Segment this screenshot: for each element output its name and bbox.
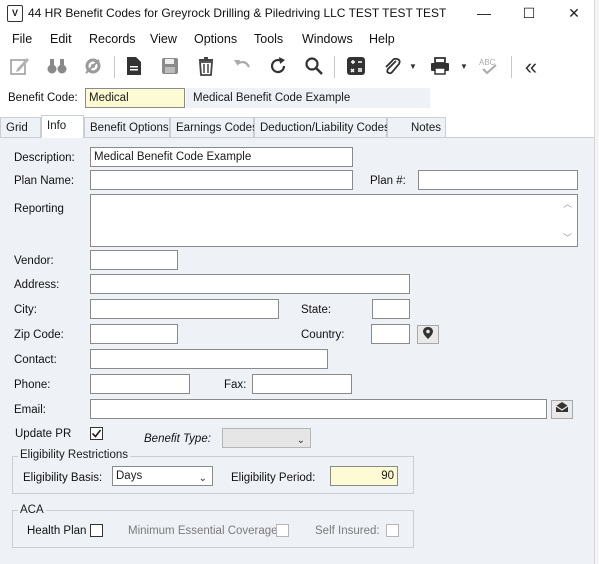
reporting-textarea[interactable] [90, 194, 578, 247]
email-label: Email: [14, 404, 46, 416]
vendor-input[interactable] [90, 250, 178, 270]
attachment-icon[interactable] [380, 55, 404, 79]
vertical-scrollbar[interactable] [594, 0, 599, 564]
address-input[interactable] [90, 274, 410, 294]
eligibility-basis-value: Days [116, 470, 143, 482]
fax-label: Fax: [224, 379, 247, 391]
toolbar-separator [334, 56, 335, 78]
spellcheck-icon[interactable]: ABC [477, 55, 501, 79]
new-document-icon[interactable] [122, 55, 146, 79]
eligibility-basis-select[interactable]: Days ⌄ [112, 466, 213, 486]
tab-earnings-codes[interactable]: Earnings Codes [170, 117, 258, 137]
minimize-button[interactable]: — [462, 2, 506, 24]
self-insured-label: Self Insured: [315, 525, 380, 537]
close-button[interactable]: ✕ [552, 2, 596, 24]
self-insured-checkbox[interactable] [386, 524, 399, 537]
map-pin-icon [423, 327, 433, 339]
update-pr-label: Update PR [15, 428, 72, 440]
menu-view[interactable]: View [150, 32, 177, 46]
update-pr-checkbox[interactable] [90, 427, 103, 440]
refresh-icon[interactable] [266, 55, 290, 79]
aca-title: ACA [18, 504, 46, 516]
eligibility-period-label: Eligibility Period: [231, 472, 316, 484]
benefit-code-input[interactable]: Medical [85, 88, 185, 108]
menu-edit[interactable]: Edit [50, 32, 72, 46]
eligibility-basis-label: Eligibility Basis: [23, 472, 103, 484]
description-label: Description: [14, 152, 75, 164]
collapse-icon[interactable]: « [519, 55, 543, 79]
country-input[interactable] [371, 324, 410, 344]
chevron-down-icon: ⌄ [198, 473, 207, 484]
city-input[interactable] [90, 299, 279, 319]
contact-input[interactable] [90, 349, 328, 369]
tab-grid[interactable]: Grid [0, 117, 41, 137]
contact-label: Contact: [14, 354, 57, 366]
description-input[interactable]: Medical Benefit Code Example [90, 147, 353, 167]
toolbar-separator [114, 56, 115, 78]
window-title: 44 HR Benefit Codes for Greyrock Drillin… [28, 6, 447, 20]
zip-code-label: Zip Code: [14, 329, 64, 341]
binoculars-icon[interactable] [45, 55, 69, 79]
print-icon[interactable] [428, 55, 452, 79]
vendor-label: Vendor: [14, 255, 54, 267]
plan-name-input[interactable] [90, 170, 353, 190]
address-label: Address: [14, 279, 60, 291]
menu-records[interactable]: Records [89, 32, 136, 46]
maximize-button[interactable]: ☐ [507, 2, 551, 24]
health-plan-checkbox[interactable] [90, 524, 103, 537]
plan-name-label: Plan Name: [14, 175, 75, 187]
zip-code-input[interactable] [90, 324, 178, 344]
eligibility-restrictions-title: Eligibility Restrictions [18, 449, 131, 461]
minimum-essential-coverage-checkbox[interactable] [276, 524, 289, 537]
reporting-label: Reporting [14, 203, 64, 215]
send-email-button[interactable] [551, 400, 573, 419]
print-dropdown-icon[interactable]: ▼ [460, 62, 468, 71]
phone-label: Phone: [14, 379, 51, 391]
minimum-essential-coverage-label: Minimum Essential Coverage: [128, 525, 281, 537]
plan-number-input[interactable] [418, 170, 578, 190]
search-icon[interactable] [302, 55, 326, 79]
tab-info[interactable]: Info [41, 115, 84, 138]
edit-icon[interactable] [8, 55, 32, 79]
scroll-up-icon[interactable]: ︿ [563, 197, 572, 210]
fax-input[interactable] [252, 374, 352, 394]
phone-input[interactable] [90, 374, 190, 394]
city-label: City: [14, 304, 37, 316]
chevron-down-icon: ⌄ [296, 435, 305, 446]
tab-benefit-options[interactable]: Benefit Options [84, 117, 170, 137]
plan-number-label: Plan #: [370, 175, 406, 187]
benefit-code-description: Medical Benefit Code Example [186, 88, 430, 108]
menu-file[interactable]: File [12, 32, 32, 46]
checkmark-icon [91, 429, 102, 438]
map-pin-button[interactable] [417, 325, 439, 344]
benefit-type-select[interactable]: ⌄ [222, 428, 311, 448]
menu-help[interactable]: Help [369, 32, 395, 46]
undo-icon[interactable] [230, 55, 254, 79]
scroll-down-icon[interactable]: ﹀ [563, 231, 572, 244]
app-icon: V [7, 5, 23, 22]
tab-deduction-liability-codes[interactable]: Deduction/Liability Codes [254, 117, 390, 137]
menu-windows[interactable]: Windows [302, 32, 353, 46]
email-input[interactable] [90, 399, 547, 419]
calculator-icon[interactable] [344, 55, 368, 79]
state-input[interactable] [372, 299, 410, 319]
tab-notes[interactable]: Notes [387, 117, 446, 137]
menu-tools[interactable]: Tools [254, 32, 283, 46]
toolbar-separator [511, 56, 512, 78]
state-label: State: [301, 304, 332, 316]
envelope-icon [555, 402, 569, 412]
benefit-code-label: Benefit Code: [8, 92, 78, 104]
eligibility-period-input[interactable]: 90 [330, 466, 398, 486]
settings-icon[interactable] [81, 55, 105, 79]
save-icon[interactable] [158, 55, 182, 79]
svg-text:ABC: ABC [479, 58, 496, 67]
delete-icon[interactable] [194, 55, 218, 79]
attachment-dropdown-icon[interactable]: ▼ [409, 62, 417, 71]
health-plan-label: Health Plan [27, 525, 87, 537]
menu-options[interactable]: Options [194, 32, 237, 46]
benefit-type-label: Benefit Type: [144, 433, 211, 445]
country-label: Country: [301, 329, 345, 341]
